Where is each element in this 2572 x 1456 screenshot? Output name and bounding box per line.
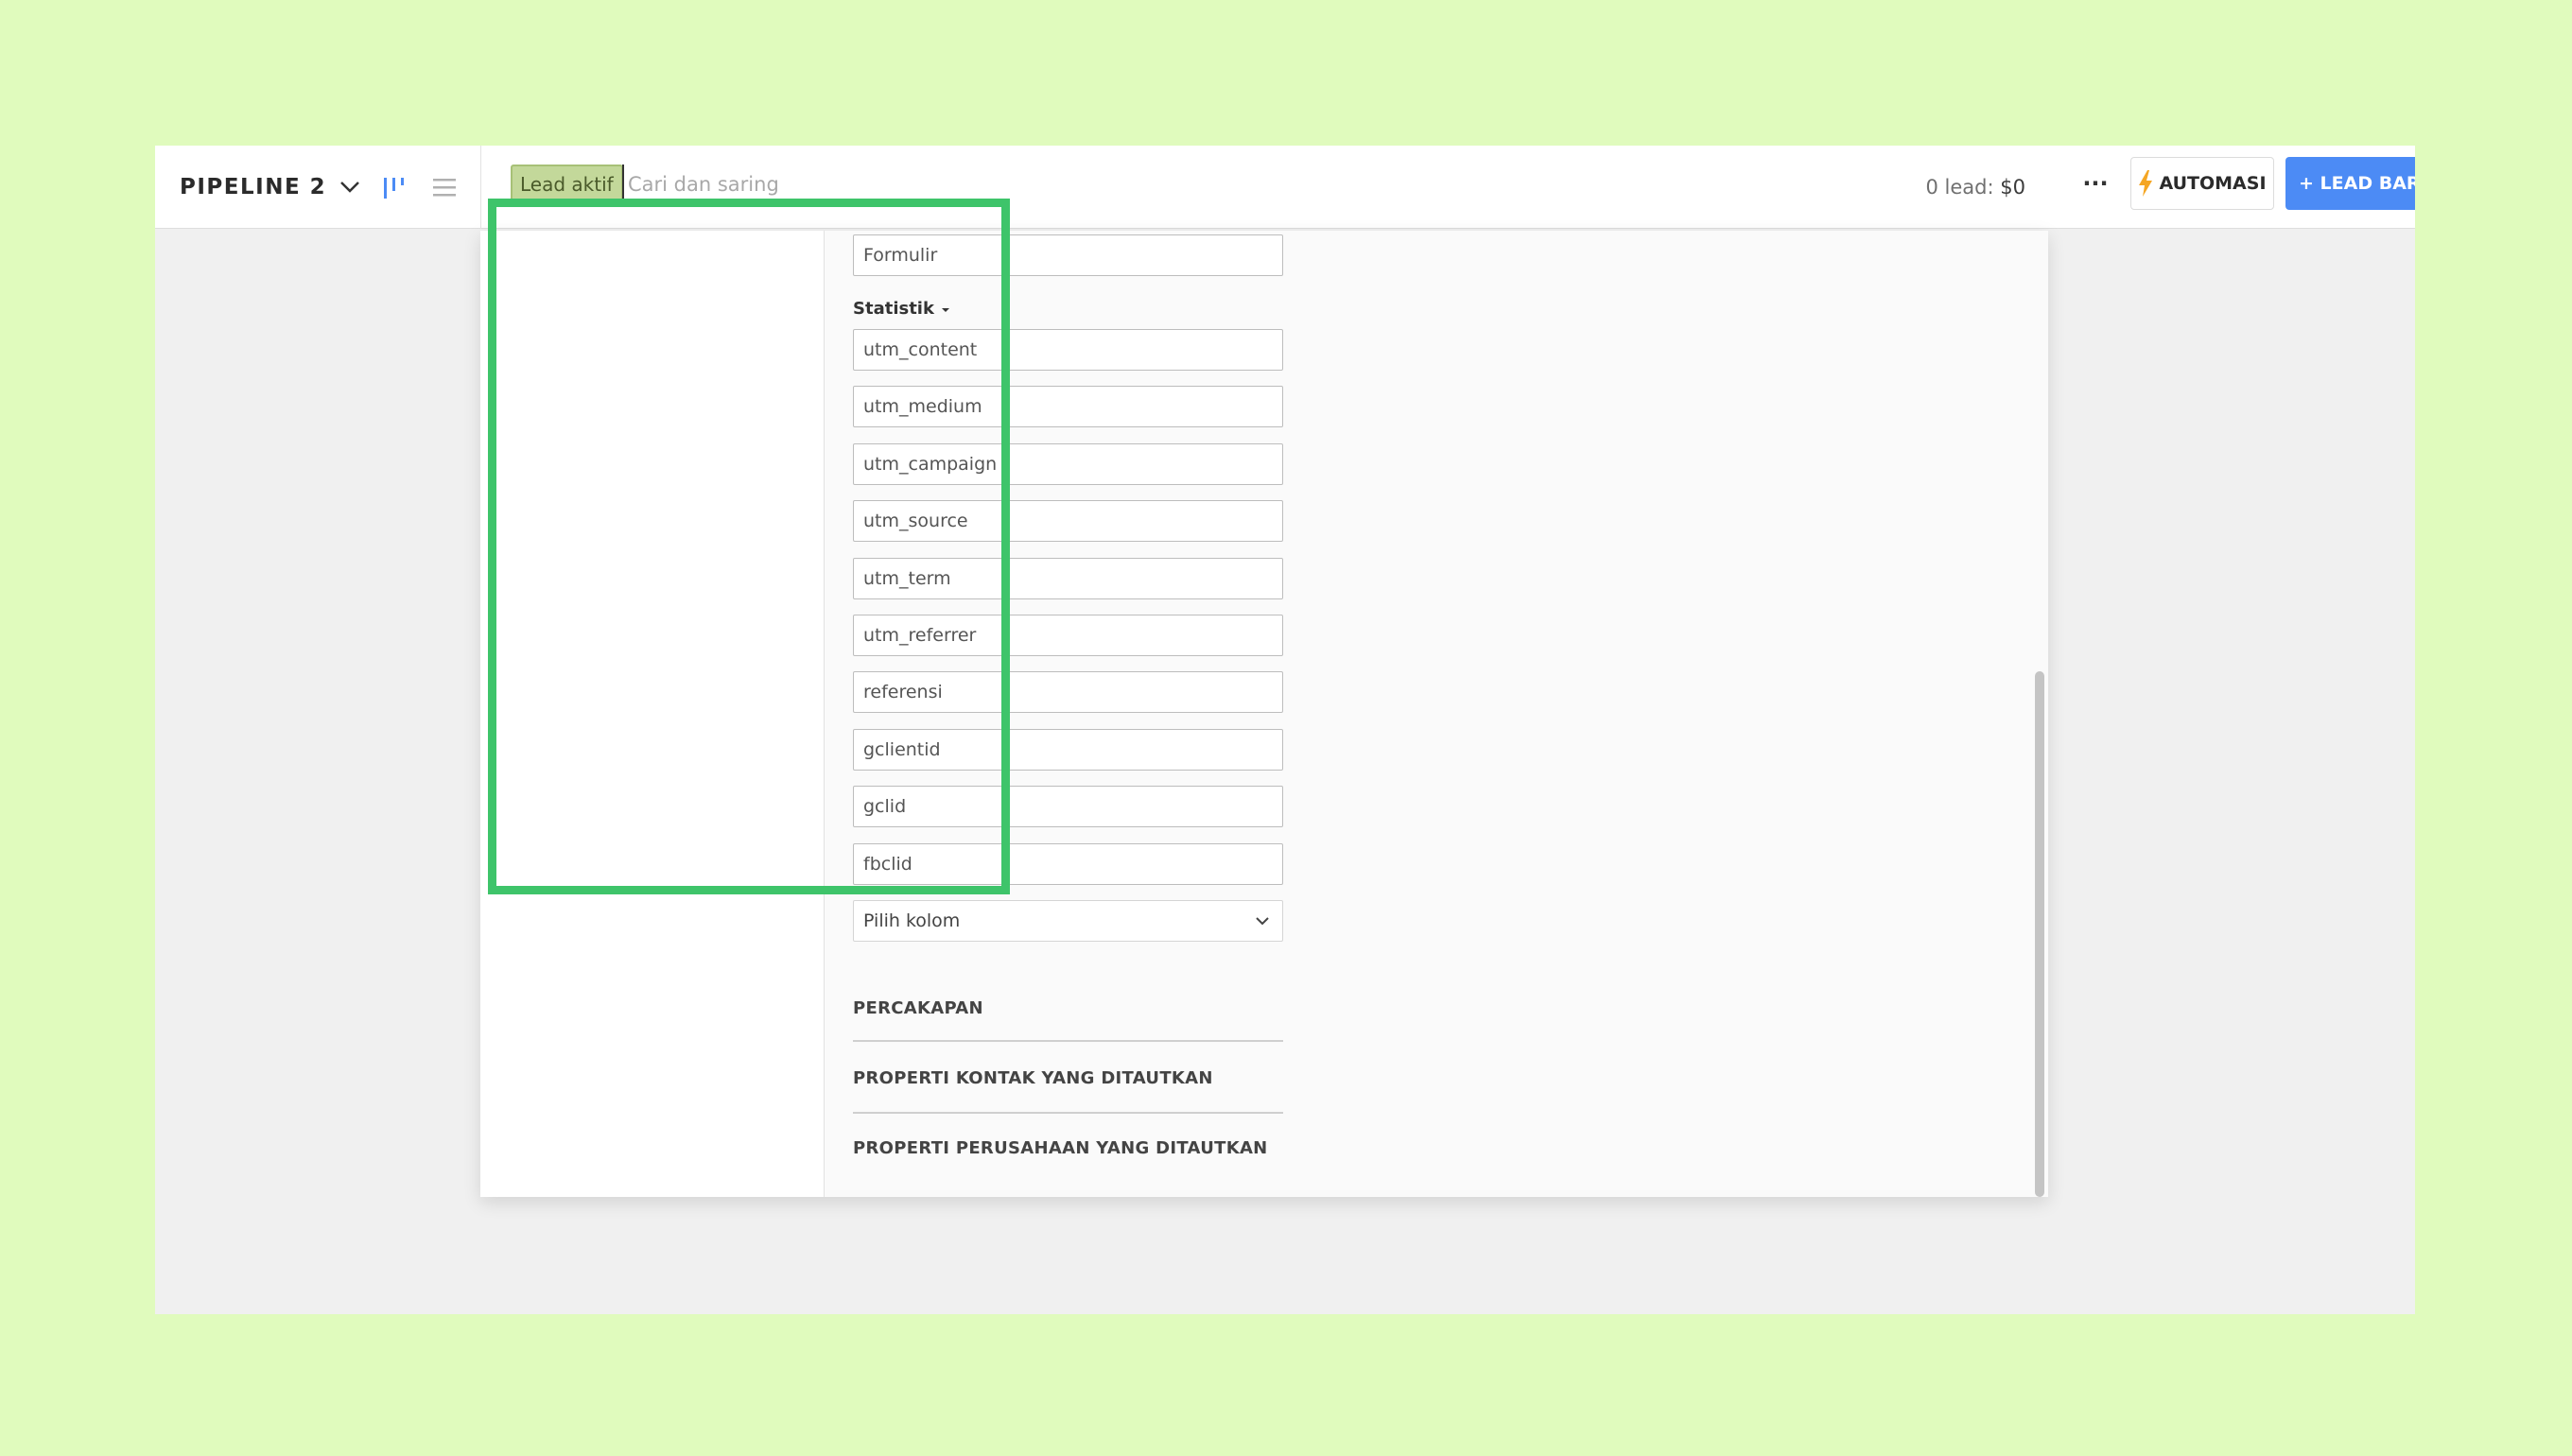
section-linked-company-properties[interactable]: PROPERTI PERUSAHAAN YANG DITAUTKAN (853, 1138, 1283, 1158)
utm-term-field[interactable] (853, 558, 1283, 599)
lightning-bolt-icon (2139, 170, 2153, 197)
section-divider (853, 1040, 1283, 1042)
form-name-field[interactable] (853, 234, 1283, 276)
caret-down-icon (942, 308, 950, 312)
utm-content-field[interactable] (853, 329, 1283, 371)
chevron-down-icon (1256, 917, 1269, 926)
utm-campaign-field[interactable] (853, 443, 1283, 485)
list-view-icon[interactable] (429, 172, 460, 202)
scrollbar-thumb[interactable] (2035, 671, 2044, 1197)
pipeline-selector[interactable]: PIPELINE 2 (180, 168, 360, 206)
panel-left-column (480, 231, 825, 1197)
section-conversation[interactable]: PERCAKAPAN (853, 998, 1283, 1018)
new-lead-button[interactable]: + LEAD BARU (2285, 157, 2415, 210)
utm-medium-field[interactable] (853, 386, 1283, 427)
section-linked-contact-properties[interactable]: PROPERTI KONTAK YANG DITAUTKAN (853, 1068, 1283, 1088)
lead-value: $0 (2000, 176, 2025, 199)
gclientid-field[interactable] (853, 729, 1283, 771)
chevron-down-icon (340, 182, 360, 193)
app-window: PIPELINE 2 Lead aktif 0 lead: $0 ··· (155, 146, 2415, 1314)
search-input[interactable] (622, 165, 1190, 204)
top-bar: PIPELINE 2 Lead aktif 0 lead: $0 ··· (155, 146, 2415, 229)
column-select[interactable]: Pilih kolom (853, 900, 1283, 942)
statistics-label: Statistik (853, 299, 934, 319)
column-select-value: Pilih kolom (863, 910, 961, 931)
more-options-button[interactable]: ··· (2077, 170, 2114, 204)
utm-referrer-field[interactable] (853, 615, 1283, 656)
toolbar-divider (480, 146, 481, 229)
section-divider (853, 1112, 1283, 1114)
automation-button[interactable]: AUTOMASI (2130, 157, 2274, 210)
statistics-toggle[interactable]: Statistik (853, 299, 951, 319)
utm-source-field[interactable] (853, 500, 1283, 542)
fbclid-field[interactable] (853, 843, 1283, 885)
lead-count: 0 lead: (1925, 176, 1994, 199)
active-lead-filter-chip[interactable]: Lead aktif (511, 165, 623, 204)
lead-settings-panel: Statistik Pilih kolom PERCAKAPAN PROPERT… (480, 231, 2048, 1197)
automation-label: AUTOMASI (2159, 173, 2267, 194)
referensi-field[interactable] (853, 671, 1283, 713)
kanban-view-icon[interactable] (380, 172, 410, 202)
gclid-field[interactable] (853, 786, 1283, 827)
lead-summary: 0 lead: $0 (1926, 170, 2026, 204)
pipeline-title: PIPELINE 2 (180, 175, 327, 199)
